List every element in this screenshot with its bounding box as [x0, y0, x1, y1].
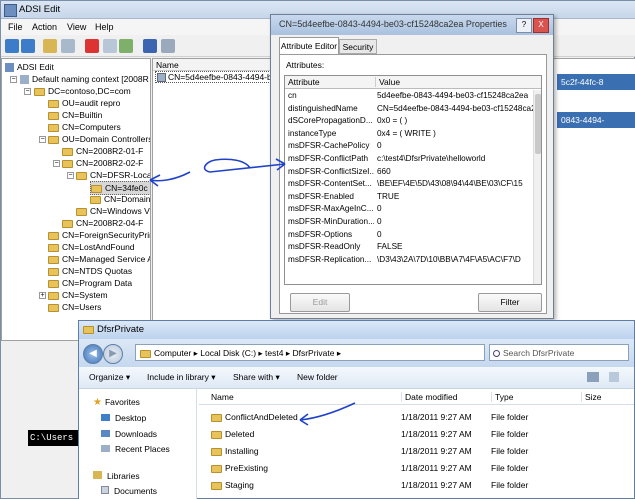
arrow-to-conflict-path — [203, 158, 286, 173]
arrow-to-conflict-folder — [299, 402, 356, 426]
arrow-to-selected-node — [149, 171, 191, 187]
annotation-arrows — [149, 158, 356, 426]
